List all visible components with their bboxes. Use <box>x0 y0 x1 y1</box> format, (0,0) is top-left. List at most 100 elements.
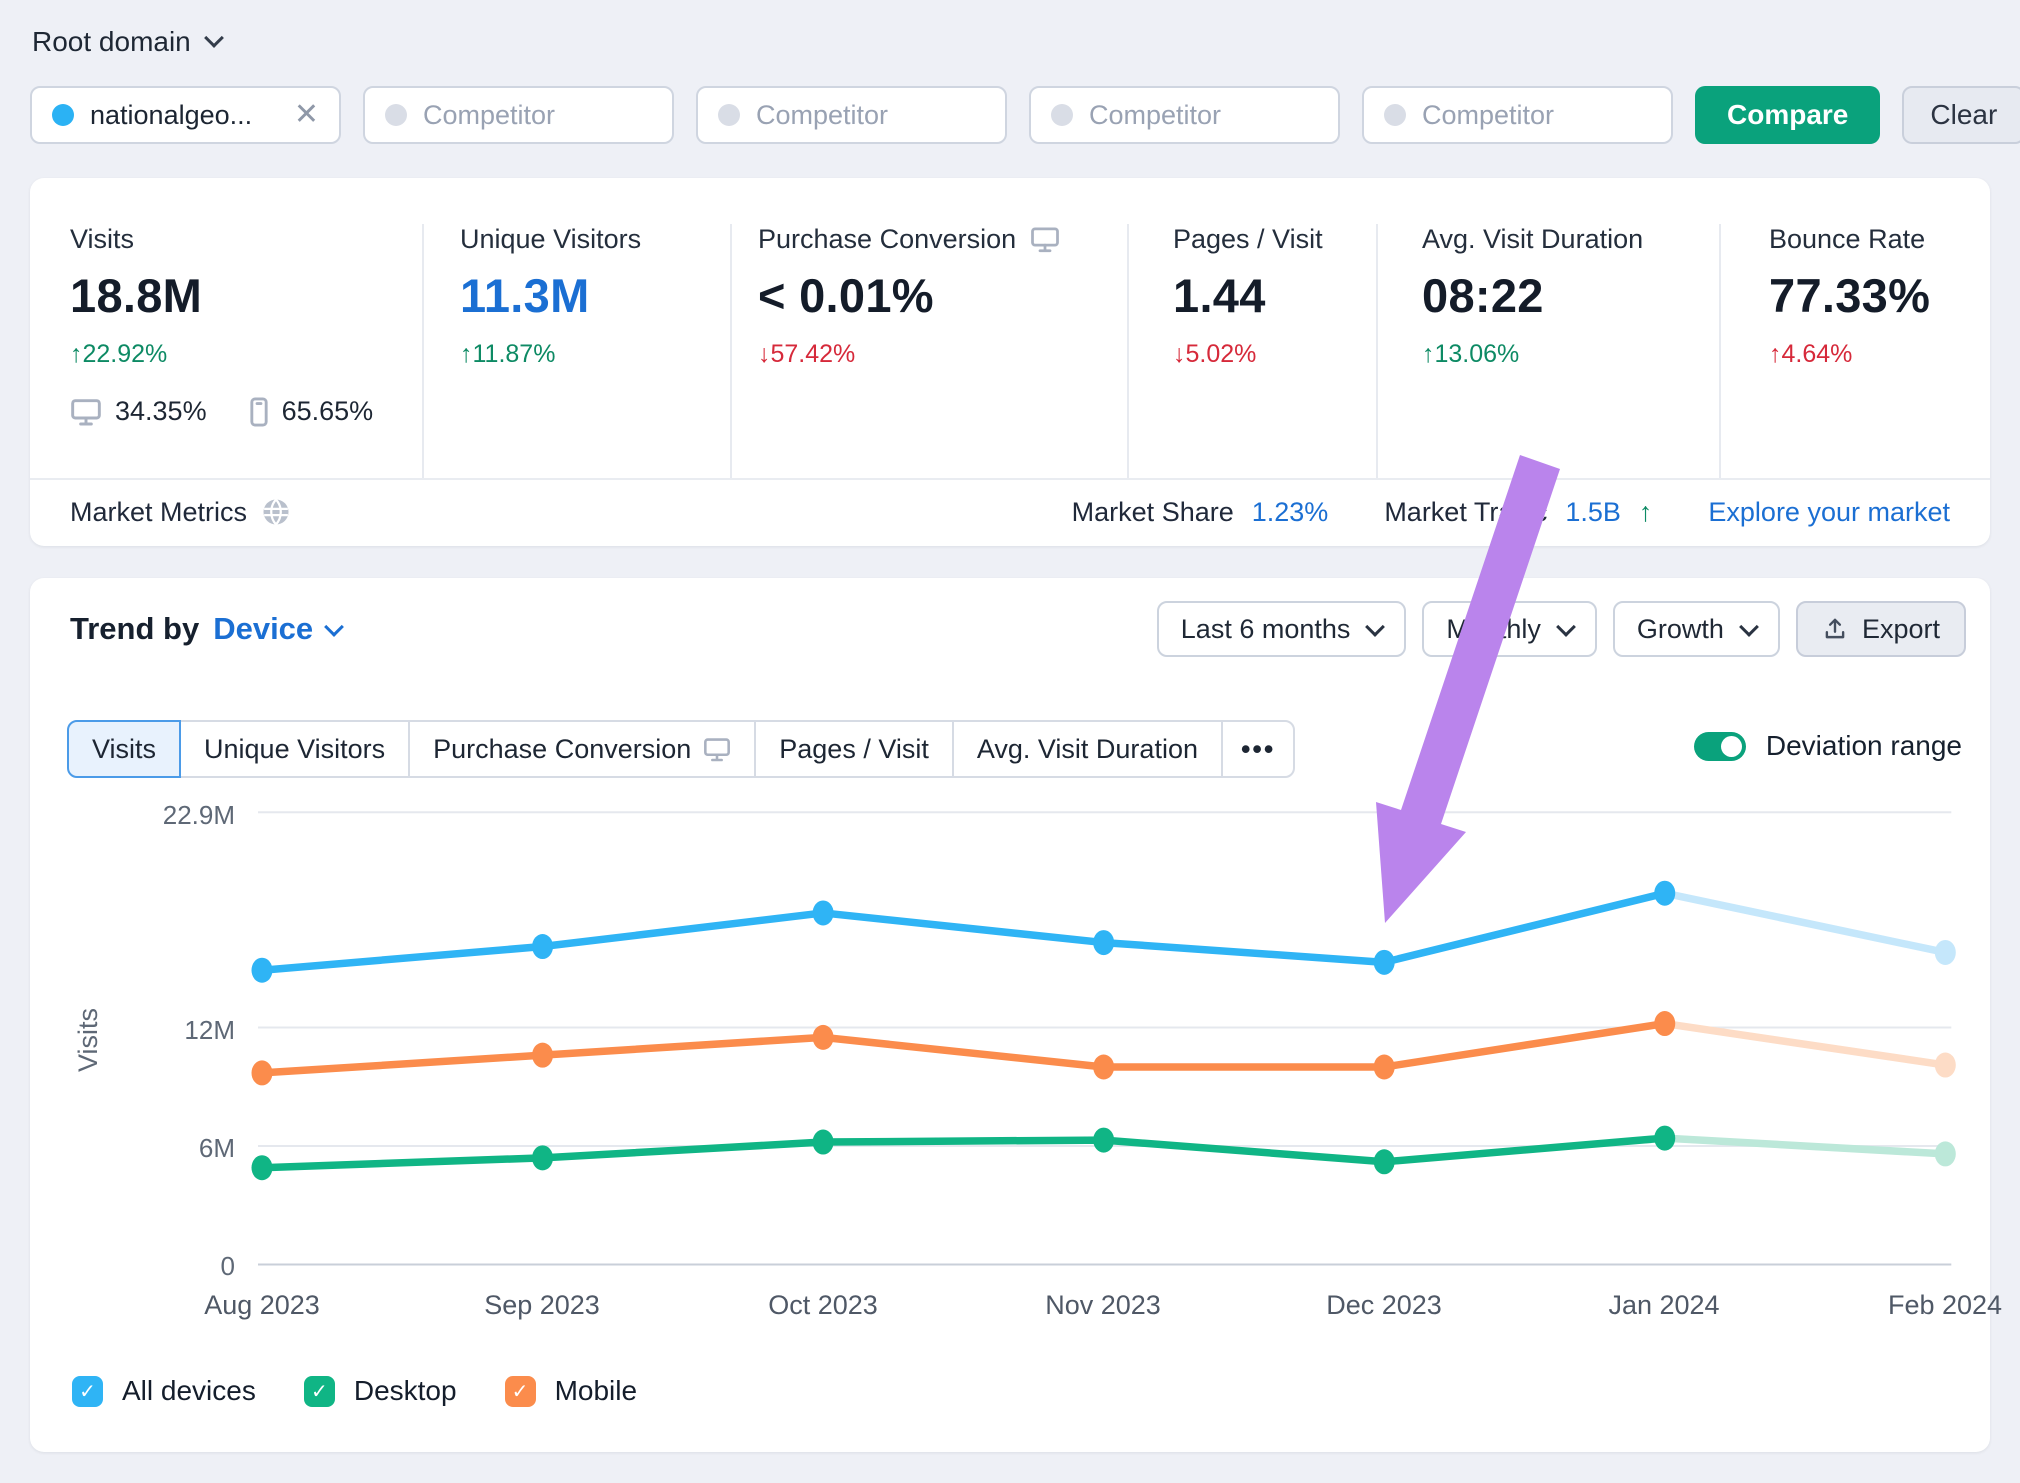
trend-by-device-selector[interactable]: Trend by Device <box>70 611 341 647</box>
metric-value: 1.44 <box>1173 268 1376 323</box>
y-tick: 6M <box>110 1133 235 1164</box>
domain-chip-label: nationalgeo... <box>90 100 252 131</box>
market-share-value[interactable]: 1.23% <box>1252 497 1329 528</box>
checkbox-checked-icon[interactable]: ✓ <box>505 1376 536 1407</box>
tab-unique-visitors[interactable]: Unique Visitors <box>179 720 410 778</box>
explore-market-link[interactable]: Explore your market <box>1708 497 1950 528</box>
trend-chart[interactable] <box>30 778 1990 1318</box>
trend-title-prefix: Trend by <box>70 611 199 647</box>
desktop-icon <box>703 737 731 762</box>
metric-label: Visits <box>70 224 422 255</box>
domain-dot-icon <box>52 104 74 126</box>
competitor-placeholder: Competitor <box>423 100 555 131</box>
x-tick: Sep 2023 <box>457 1290 627 1321</box>
competitor-input-3[interactable]: Competitor <box>1029 86 1340 144</box>
metric-change: ↑13.06% <box>1422 340 1719 369</box>
metric-label: Unique Visitors <box>460 224 730 255</box>
metric-value: 08:22 <box>1422 268 1719 323</box>
metric-value: 77.33% <box>1769 268 1990 323</box>
legend-label: Desktop <box>354 1375 457 1407</box>
competitor-dot-icon <box>385 104 407 126</box>
tab-purchase-conversion[interactable]: Purchase Conversion <box>408 720 756 778</box>
y-tick: 0 <box>110 1251 235 1282</box>
compare-button[interactable]: Compare <box>1695 86 1880 144</box>
metrics-row: Visits 18.8M ↑22.92% 34.35% 65.65% Uniqu… <box>30 178 1990 478</box>
y-tick: 12M <box>110 1015 235 1046</box>
x-tick: Jan 2024 <box>1579 1290 1749 1321</box>
device-split: 34.35% 65.65% <box>70 396 422 427</box>
market-traffic-label: Market Traffic <box>1384 497 1547 528</box>
legend-mobile[interactable]: ✓ Mobile <box>505 1375 637 1407</box>
trend-dimension[interactable]: Device <box>213 611 313 647</box>
clear-button[interactable]: Clear <box>1902 86 2020 144</box>
competitor-input-2[interactable]: Competitor <box>696 86 1007 144</box>
y-tick: 22.9M <box>110 800 235 831</box>
metric-purchase-conversion: Purchase Conversion < 0.01% ↓57.42% <box>730 224 1127 478</box>
x-tick: Feb 2024 <box>1860 1290 2020 1321</box>
metric-label: Pages / Visit <box>1173 224 1376 255</box>
desktop-share: 34.35% <box>115 396 207 427</box>
x-tick: Dec 2023 <box>1299 1290 1469 1321</box>
competitor-input-4[interactable]: Competitor <box>1362 86 1673 144</box>
export-button[interactable]: Export <box>1796 601 1966 657</box>
x-tick: Nov 2023 <box>1018 1290 1188 1321</box>
deviation-range-control: Deviation range <box>1694 730 1962 762</box>
export-icon <box>1822 616 1848 642</box>
chevron-down-icon <box>204 28 224 48</box>
checkbox-checked-icon[interactable]: ✓ <box>72 1376 103 1407</box>
competitor-input-1[interactable]: Competitor <box>363 86 674 144</box>
date-range-dropdown[interactable]: Last 6 months <box>1157 601 1407 657</box>
chevron-down-icon <box>324 617 344 637</box>
metric-change: ↑11.87% <box>460 340 730 369</box>
tab-pages-per-visit[interactable]: Pages / Visit <box>754 720 954 778</box>
market-traffic-value[interactable]: 1.5B <box>1565 497 1621 528</box>
filter-bar: nationalgeo... ✕ Competitor Competitor C… <box>30 86 2020 144</box>
metric-change: ↑22.92% <box>70 340 422 369</box>
market-share-label: Market Share <box>1072 497 1234 528</box>
legend-label: Mobile <box>555 1375 637 1407</box>
granularity-dropdown[interactable]: Monthly <box>1422 601 1597 657</box>
competitor-placeholder: Competitor <box>756 100 888 131</box>
checkbox-checked-icon[interactable]: ✓ <box>304 1376 335 1407</box>
desktop-icon <box>70 398 102 426</box>
mobile-icon <box>249 397 269 427</box>
competitor-dot-icon <box>1384 104 1406 126</box>
metric-unique-visitors: Unique Visitors 11.3M ↑11.87% <box>422 224 730 478</box>
metric-label: Bounce Rate <box>1769 224 1990 255</box>
desktop-icon <box>1030 226 1060 253</box>
traffic-analytics-page: { "scope": { "label": "Root domain" }, "… <box>0 0 2020 1483</box>
metric-value: 18.8M <box>70 268 422 323</box>
chevron-down-icon <box>1365 617 1385 637</box>
x-tick: Aug 2023 <box>177 1290 347 1321</box>
market-traffic: Market Traffic 1.5B ↑ <box>1384 497 1652 528</box>
metric-bounce-rate: Bounce Rate 77.33% ↑4.64% <box>1719 224 1990 478</box>
more-tabs-button[interactable]: ••• <box>1221 720 1295 778</box>
scope-selector[interactable]: Root domain <box>32 26 221 58</box>
scope-label: Root domain <box>32 26 191 58</box>
market-metrics-title: Market Metrics <box>70 497 291 528</box>
legend-desktop[interactable]: ✓ Desktop <box>304 1375 457 1407</box>
competitor-dot-icon <box>718 104 740 126</box>
metric-value: < 0.01% <box>758 268 1127 323</box>
deviation-range-toggle[interactable] <box>1694 732 1746 761</box>
trend-up-icon: ↑ <box>1639 497 1653 528</box>
legend-all-devices[interactable]: ✓ All devices <box>72 1375 256 1407</box>
remove-domain-icon[interactable]: ✕ <box>294 100 319 130</box>
metric-label: Avg. Visit Duration <box>1422 224 1719 255</box>
tab-visits[interactable]: Visits <box>67 720 181 778</box>
chevron-down-icon <box>1556 617 1576 637</box>
market-metrics-row: Market Metrics Market Share 1.23% Market… <box>30 478 1990 544</box>
globe-icon <box>261 497 291 527</box>
mode-dropdown[interactable]: Growth <box>1613 601 1780 657</box>
metric-value-unique-visitors: 11.3M <box>460 268 730 323</box>
metrics-card: Visits 18.8M ↑22.92% 34.35% 65.65% Uniqu… <box>30 178 1990 546</box>
y-axis-title: Visits <box>73 970 103 1110</box>
domain-chip[interactable]: nationalgeo... ✕ <box>30 86 341 144</box>
mobile-share: 65.65% <box>282 396 374 427</box>
tab-avg-visit-duration[interactable]: Avg. Visit Duration <box>952 720 1223 778</box>
metric-label: Purchase Conversion <box>758 224 1127 255</box>
metric-avg-visit-duration: Avg. Visit Duration 08:22 ↑13.06% <box>1376 224 1719 478</box>
market-share: Market Share 1.23% <box>1072 497 1329 528</box>
trend-card: Trend by Device Last 6 months Monthly Gr… <box>30 578 1990 1452</box>
metric-change: ↓57.42% <box>758 340 1127 369</box>
